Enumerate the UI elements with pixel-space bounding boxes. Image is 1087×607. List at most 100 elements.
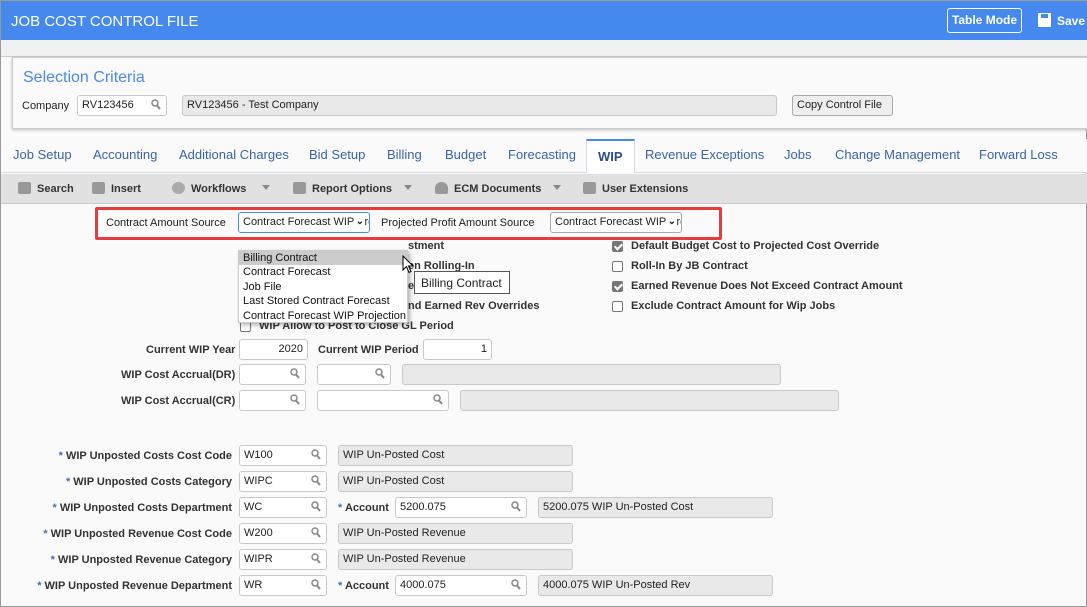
tab-budget[interactable]: Budget [445,147,486,162]
header-band [1,40,1087,57]
unposted-field-label: * WIP Unposted Revenue Department [37,580,232,592]
unposted-field-input[interactable]: W200 [239,523,327,544]
required-mark: * [52,502,57,514]
account-input[interactable]: 5200.075 [395,497,527,518]
dropdown-option[interactable]: Job File [239,280,407,294]
search-icon[interactable] [433,394,443,406]
required-mark: * [50,554,55,566]
unposted-field-input[interactable]: WC [239,497,327,518]
account-label: * Account [338,502,389,514]
unposted-label-text: WIP Unposted Costs Department [59,502,232,514]
chevron-down-icon: ⌄ [353,216,364,227]
workflows-button[interactable]: Workflows [172,182,246,195]
unposted-field-input[interactable]: W100 [239,445,327,466]
required-mark: * [43,528,48,540]
roll-in-by-jb-contract-checkbox[interactable] [612,261,623,272]
default-budget-cost-label: Default Budget Cost to Projected Cost Ov… [631,240,880,252]
contract-amount-source-label: Contract Amount Source [106,217,226,229]
cost-accrual-cr-input[interactable] [239,390,306,411]
search-icon[interactable] [311,579,321,591]
cost-accrual-cr-input-2[interactable] [317,390,449,411]
earned-revenue-label: Earned Revenue Does Not Exceed Contract … [631,280,903,292]
search-icon[interactable] [375,368,385,380]
dropdown-option[interactable]: Contract Forecast [239,265,407,279]
cost-accrual-dr-input-2[interactable] [317,364,391,385]
search-icon[interactable] [311,527,321,539]
workflows-dropdown-icon[interactable] [262,185,270,190]
dropdown-option[interactable]: Contract Forecast WIP Projection [239,309,407,323]
selection-criteria-panel: Selection Criteria Company RV123456 RV12… [12,57,1087,129]
unposted-field-value: WIPR [244,553,273,565]
search-icon[interactable] [311,449,321,461]
unposted-field-label: * WIP Unposted Revenue Category [51,554,232,566]
search-icon[interactable] [511,501,521,513]
tab-forward-loss[interactable]: Forward Loss [979,147,1058,162]
tab-change-management[interactable]: Change Management [835,147,960,162]
current-wip-period-input[interactable]: 1 [423,339,492,360]
chevron-down-icon: ⌄ [665,216,676,227]
contract-amount-source-select[interactable]: Contract Forecast WIP Projection⌄ [238,212,370,233]
dropdown-option[interactable]: Billing Contract [239,251,407,266]
default-budget-cost-checkbox[interactable] [612,241,623,252]
ecm-icon [435,182,448,194]
unposted-field-value: WR [244,579,263,591]
gears-icon [172,182,185,194]
cost-accrual-cr-label: WIP Cost Accrual(CR) [121,395,236,407]
account-description: 4000.075 WIP Un-Posted Rev [538,575,773,596]
exclude-contract-amount-checkbox[interactable] [612,301,623,312]
report-options-dropdown-icon[interactable] [404,185,412,190]
table-mode-button[interactable]: Table Mode [947,8,1022,33]
search-doc-icon [18,182,31,194]
current-wip-year-input[interactable]: 2020 [239,339,308,360]
save-button[interactable]: Save [1038,13,1085,28]
roll-in-by-jb-contract-label: Roll-In By JB Contract [631,260,748,272]
account-value: 5200.075 [400,501,446,513]
required-mark: * [338,502,343,514]
user-extensions-button[interactable]: User Extensions [583,182,688,195]
tab-revenue-exceptions[interactable]: Revenue Exceptions [645,147,764,162]
insert-icon [92,182,105,194]
toolbar: Search Insert Workflows Report Options E… [1,174,1087,204]
tab-accounting[interactable]: Accounting [93,147,157,162]
tab-job-setup[interactable]: Job Setup [13,147,72,162]
tab-billing[interactable]: Billing [387,147,422,162]
search-icon[interactable] [311,475,321,487]
earned-revenue-checkbox[interactable] [612,281,623,292]
tab-forecasting[interactable]: Forecasting [508,147,576,162]
account-description: 5200.075 WIP Un-Posted Cost [538,497,773,518]
search-icon[interactable] [151,99,161,111]
search-icon[interactable] [511,579,521,591]
required-mark: * [58,450,63,462]
projected-profit-source-label: Projected Profit Amount Source [381,217,535,229]
contract-amount-source-dropdown: Billing Contract Contract Forecast Job F… [238,250,408,323]
search-icon[interactable] [290,394,300,406]
search-button[interactable]: Search [18,182,74,195]
projected-profit-source-select[interactable]: Contract Forecast WIP Projection⌄ [550,212,682,233]
ecm-dropdown-icon[interactable] [553,185,561,190]
search-icon[interactable] [311,553,321,565]
insert-label: Insert [111,183,141,195]
tab-additional-charges[interactable]: Additional Charges [179,147,289,162]
unposted-field-value: WC [244,501,263,513]
current-wip-period-label: Current WIP Period [318,344,419,356]
copy-control-file-button[interactable]: Copy Control File [792,95,893,116]
report-options-button[interactable]: Report Options [293,182,392,195]
tab-bid-setup[interactable]: Bid Setup [309,147,365,162]
ecm-documents-button[interactable]: ECM Documents [435,182,541,195]
unposted-field-input[interactable]: WR [239,575,327,596]
search-icon[interactable] [311,501,321,513]
company-input[interactable]: RV123456 [77,95,167,116]
unposted-field-input[interactable]: WIPC [239,471,327,492]
unposted-field-label: * WIP Unposted Costs Category [66,476,232,488]
cost-accrual-dr-input[interactable] [239,364,306,385]
tab-wip[interactable]: WIP [586,139,635,173]
insert-button[interactable]: Insert [92,182,141,195]
printer-icon [293,182,306,194]
account-input[interactable]: 4000.075 [395,575,527,596]
dropdown-option[interactable]: Last Stored Contract Forecast [239,294,407,308]
required-mark: * [65,476,71,488]
unposted-field-input[interactable]: WIPR [239,549,327,570]
search-icon[interactable] [290,368,300,380]
tab-jobs[interactable]: Jobs [784,147,811,162]
hierarchy-icon [583,182,596,194]
